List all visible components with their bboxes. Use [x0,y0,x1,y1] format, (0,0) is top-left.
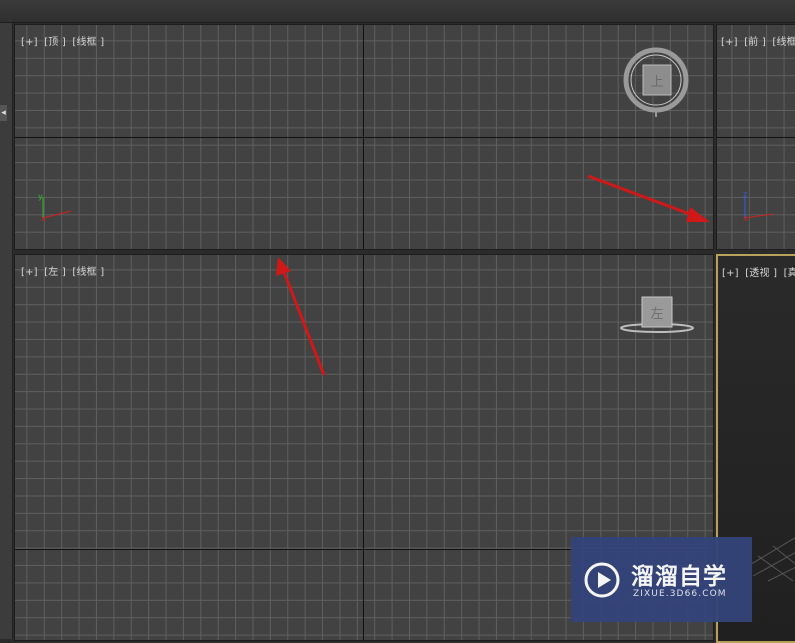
watermark-url: ZIXUE.3D66.COM [633,589,727,599]
axis-y-label: y [38,192,43,201]
main-toolbar [0,0,795,23]
viewport-label-front[interactable]: [+] [前 ] [线框 [721,33,795,48]
viewport-name[interactable]: [顶 ] [44,37,66,48]
axis-tripod-icon: z x [743,190,774,223]
viewcube-top-face-label: 上 [650,75,663,90]
axis-tripod-icon: y x [38,192,72,223]
viewport-label-left[interactable]: [+] [左 ] [线框 ] [21,263,107,278]
viewport-shading[interactable]: [真 [784,268,795,279]
command-panel-edge: ◂ [0,23,13,639]
axis-x-label: x [743,214,748,223]
viewport-front[interactable]: [+] [前 ] [线框 z x [716,24,795,250]
viewport-menu-plus[interactable]: [+] [721,37,738,48]
viewport-name[interactable]: [左 ] [44,267,66,278]
viewcube-left-face-label: 左 [650,307,663,322]
viewport-menu-plus[interactable]: [+] [722,268,739,279]
viewport-label-perspective[interactable]: [+] [透视 ] [真 [722,264,795,279]
viewport-label-top[interactable]: [+] [顶 ] [线框 ] [21,33,107,48]
viewport-shading[interactable]: [线框 [772,37,795,48]
collapse-tab-icon[interactable]: ◂ [0,105,7,121]
viewport-menu-plus[interactable]: [+] [21,267,38,278]
axis-z-label: z [743,190,747,199]
viewport-menu-plus[interactable]: [+] [21,37,38,48]
viewcube-left-icon[interactable]: 左 [617,293,699,337]
viewport-name[interactable]: [前 ] [744,37,766,48]
viewport-shading[interactable]: [线框 ] [72,267,104,278]
grid-axis-vertical [363,255,364,640]
viewport-top[interactable]: [+] [顶 ] [线框 ] 上 y x [14,24,714,250]
axis-x-label: x [41,214,46,223]
viewport-shading[interactable]: [线框 ] [72,37,104,48]
watermark-badge: 溜溜自学 ZIXUE.3D66.COM [571,537,752,622]
watermark-title: 溜溜自学 [631,564,727,590]
play-logo-icon [584,562,620,598]
grid-axis-vertical [363,25,364,249]
grid-axis-horizontal [15,137,713,138]
perspective-grid [748,537,795,582]
viewport-name[interactable]: [透视 ] [745,268,777,279]
grid-axis-horizontal [717,137,795,138]
viewcube-top-icon[interactable]: 上 [621,45,691,117]
